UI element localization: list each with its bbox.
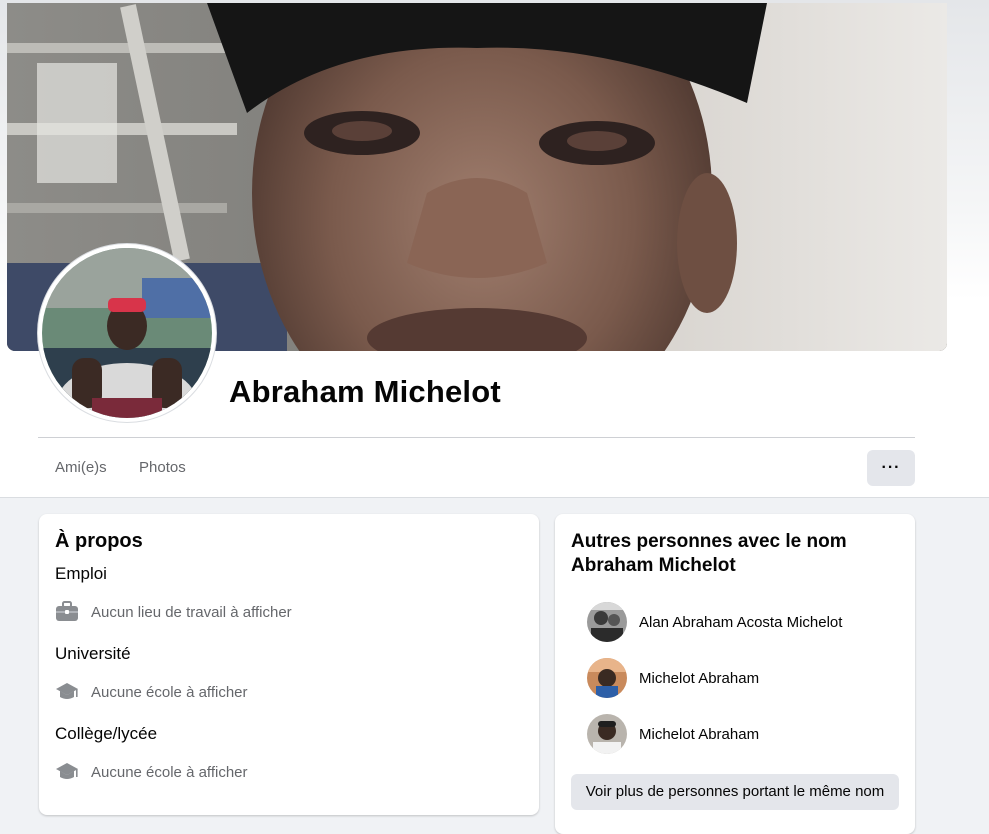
tab-photos[interactable]: Photos bbox=[123, 450, 202, 486]
work-info-text: Aucun lieu de travail à afficher bbox=[91, 603, 292, 621]
avatar[interactable] bbox=[587, 714, 627, 754]
tab-friends[interactable]: Ami(e)s bbox=[39, 450, 123, 486]
university-section-title: Université bbox=[55, 644, 131, 663]
profile-header: Abraham Michelot Ami(e)s Photos ··· bbox=[0, 0, 989, 498]
profile-picture[interactable] bbox=[38, 244, 216, 422]
university-info-row: Aucune école à afficher bbox=[55, 680, 248, 704]
person-item[interactable]: Michelot Abraham bbox=[587, 714, 759, 754]
highschool-info-text: Aucune école à afficher bbox=[91, 763, 248, 781]
graduation-cap-icon bbox=[55, 680, 79, 704]
person-name[interactable]: Alan Abraham Acosta Michelot bbox=[639, 614, 842, 631]
about-title: À propos bbox=[55, 530, 143, 552]
graduation-cap-icon bbox=[55, 760, 79, 784]
avatar[interactable] bbox=[587, 602, 627, 642]
highschool-section-title: Collège/lycée bbox=[55, 724, 158, 743]
same-name-card: Autres personnes avec le nom Abraham Mic… bbox=[555, 514, 915, 834]
profile-picture-image bbox=[42, 248, 212, 418]
avatar[interactable] bbox=[587, 658, 627, 698]
person-item[interactable]: Alan Abraham Acosta Michelot bbox=[587, 602, 842, 642]
person-item[interactable]: Michelot Abraham bbox=[587, 658, 759, 698]
person-name[interactable]: Michelot Abraham bbox=[639, 726, 759, 743]
header-divider bbox=[38, 437, 915, 438]
work-info-row: Aucun lieu de travail à afficher bbox=[55, 600, 292, 624]
briefcase-icon bbox=[55, 600, 79, 624]
university-info-text: Aucune école à afficher bbox=[91, 683, 248, 701]
work-section-title: Emploi bbox=[55, 564, 107, 583]
person-name[interactable]: Michelot Abraham bbox=[639, 670, 759, 687]
more-options-button[interactable]: ··· bbox=[867, 450, 915, 486]
more-options-icon: ··· bbox=[881, 459, 901, 476]
profile-name: Abraham Michelot bbox=[229, 374, 501, 409]
see-more-same-name-button[interactable]: Voir plus de personnes portant le même n… bbox=[571, 774, 899, 810]
about-card: À propos Emploi Aucun lieu de travail à … bbox=[39, 514, 539, 815]
highschool-info-row: Aucune école à afficher bbox=[55, 760, 248, 784]
same-name-title: Autres personnes avec le nom Abraham Mic… bbox=[571, 531, 847, 576]
